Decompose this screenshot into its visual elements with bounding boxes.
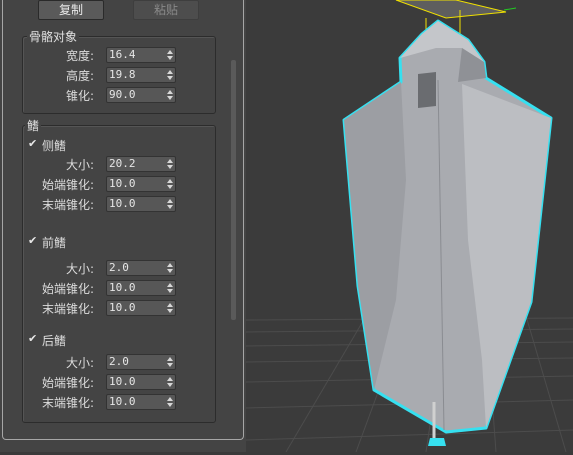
fins-title: 鳍: [25, 117, 42, 134]
front-fins-size-spinner[interactable]: 2.0: [106, 260, 176, 276]
front-fins-checkbox[interactable]: ✔ 前鳍: [28, 234, 108, 250]
taper-spinner[interactable]: 90.0: [106, 87, 176, 103]
checkmark-icon[interactable]: ✔: [28, 235, 38, 246]
width-spinner[interactable]: 16.4: [106, 47, 176, 63]
side-fins-checkbox[interactable]: ✔ 侧鳍: [28, 137, 108, 153]
spinner-arrows-icon[interactable]: [167, 395, 173, 409]
height-value: 19.8: [109, 68, 136, 81]
side-fins-label: 侧鳍: [42, 139, 67, 153]
taper-value: 90.0: [109, 88, 136, 101]
paste-button[interactable]: 粘贴: [133, 0, 199, 20]
back-fins-start-taper-spinner[interactable]: 10.0: [106, 374, 176, 390]
viewport-scene: [245, 0, 573, 453]
back-fins-end-taper-spinner[interactable]: 10.0: [106, 394, 176, 410]
side-fins-start-taper-value: 10.0: [109, 177, 136, 190]
side-fins-size-value: 20.2: [109, 157, 136, 170]
front-fins-end-taper-label: 末端锥化:: [41, 302, 94, 316]
height-spinner[interactable]: 19.8: [106, 67, 176, 83]
spinner-arrows-icon[interactable]: [167, 157, 173, 171]
bone-object[interactable]: [342, 19, 553, 446]
spinner-arrows-icon[interactable]: [167, 177, 173, 191]
back-fins-end-taper-label: 末端锥化:: [41, 396, 94, 410]
width-value: 16.4: [109, 48, 136, 61]
bone-object-title: 骨骼对象: [27, 28, 80, 45]
back-fins-start-taper-value: 10.0: [109, 375, 136, 388]
back-fins-start-taper-label: 始端锥化:: [41, 376, 94, 390]
spinner-arrows-icon[interactable]: [167, 88, 173, 102]
front-fins-size-value: 2.0: [109, 261, 129, 274]
back-fins-checkbox[interactable]: ✔ 后鳍: [28, 332, 108, 348]
width-label: 宽度:: [65, 49, 94, 63]
checkmark-icon[interactable]: ✔: [28, 333, 38, 344]
taper-label: 锥化:: [65, 89, 94, 103]
back-fins-label: 后鳍: [42, 334, 67, 348]
front-fins-end-taper-spinner[interactable]: 10.0: [106, 300, 176, 316]
checkmark-icon[interactable]: ✔: [28, 138, 38, 149]
side-fins-start-taper-spinner[interactable]: 10.0: [106, 176, 176, 192]
spinner-arrows-icon[interactable]: [167, 355, 173, 369]
spinner-arrows-icon[interactable]: [167, 375, 173, 389]
spinner-arrows-icon[interactable]: [167, 301, 173, 315]
front-fins-start-taper-spinner[interactable]: 10.0: [106, 280, 176, 296]
back-fins-size-label: 大小:: [65, 356, 94, 370]
panel-scrollbar[interactable]: [231, 60, 236, 320]
front-fins-start-taper-value: 10.0: [109, 281, 136, 294]
side-fins-start-taper-label: 始端锥化:: [41, 178, 94, 192]
back-fins-size-spinner[interactable]: 2.0: [106, 354, 176, 370]
side-fins-end-taper-label: 末端锥化:: [41, 198, 94, 212]
spinner-arrows-icon[interactable]: [167, 261, 173, 275]
height-label: 高度:: [65, 69, 94, 83]
side-fins-end-taper-spinner[interactable]: 10.0: [106, 196, 176, 212]
side-fins-end-taper-value: 10.0: [109, 197, 136, 210]
spinner-arrows-icon[interactable]: [167, 197, 173, 211]
side-fins-size-label: 大小:: [65, 158, 94, 172]
spinner-arrows-icon[interactable]: [167, 68, 173, 82]
copy-button[interactable]: 复制: [38, 0, 104, 20]
side-fins-size-spinner[interactable]: 20.2: [106, 156, 176, 172]
spinner-arrows-icon[interactable]: [167, 281, 173, 295]
back-fins-size-value: 2.0: [109, 355, 129, 368]
front-fins-end-taper-value: 10.0: [109, 301, 136, 314]
front-fins-size-label: 大小:: [65, 262, 94, 276]
spinner-arrows-icon[interactable]: [167, 48, 173, 62]
back-fins-end-taper-value: 10.0: [109, 395, 136, 408]
viewport[interactable]: [245, 0, 573, 453]
front-fins-label: 前鳍: [42, 236, 67, 250]
command-panel: 复制 粘贴 骨骼对象 宽度: 16.4 高度: 19.8 锥化: 90.0 鳍 …: [0, 0, 246, 452]
front-fins-start-taper-label: 始端锥化:: [41, 282, 94, 296]
